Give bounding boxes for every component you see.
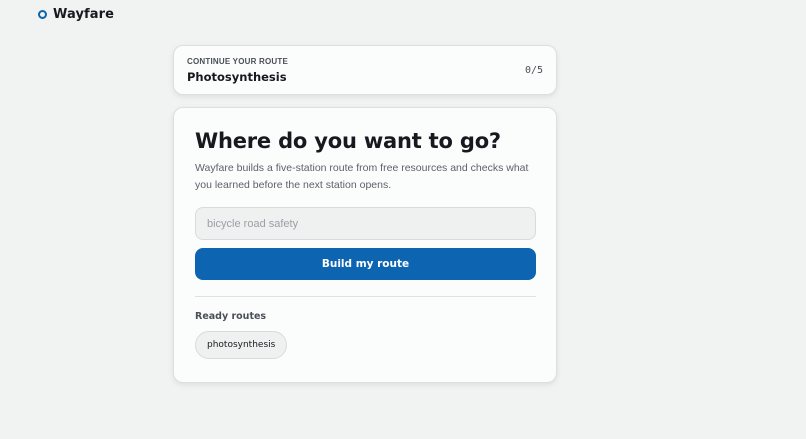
topic-input[interactable] <box>195 207 536 240</box>
continue-route-eyebrow: CONTINUE YOUR ROUTE <box>187 57 288 66</box>
route-builder-card: Where do you want to go? Wayfare builds … <box>173 107 557 383</box>
brand: Wayfare <box>38 7 114 22</box>
brand-logo-icon <box>38 10 47 19</box>
page-title: Where do you want to go? <box>195 129 501 153</box>
brand-name: Wayfare <box>53 7 115 22</box>
continue-route-progress: 0/5 <box>524 65 543 76</box>
ready-routes-label: Ready routes <box>195 311 267 322</box>
build-route-button[interactable]: Build my route <box>195 248 536 280</box>
continue-route-title: Photosynthesis <box>187 70 287 84</box>
section-divider <box>195 296 536 297</box>
ready-routes-list: photosynthesis <box>195 331 535 359</box>
page-description: Wayfare builds a five-station route from… <box>195 162 529 191</box>
ready-route-chip-photosynthesis[interactable]: photosynthesis <box>195 331 288 359</box>
continue-route-card[interactable]: CONTINUE YOUR ROUTE Photosynthesis 0/5 <box>173 45 557 95</box>
